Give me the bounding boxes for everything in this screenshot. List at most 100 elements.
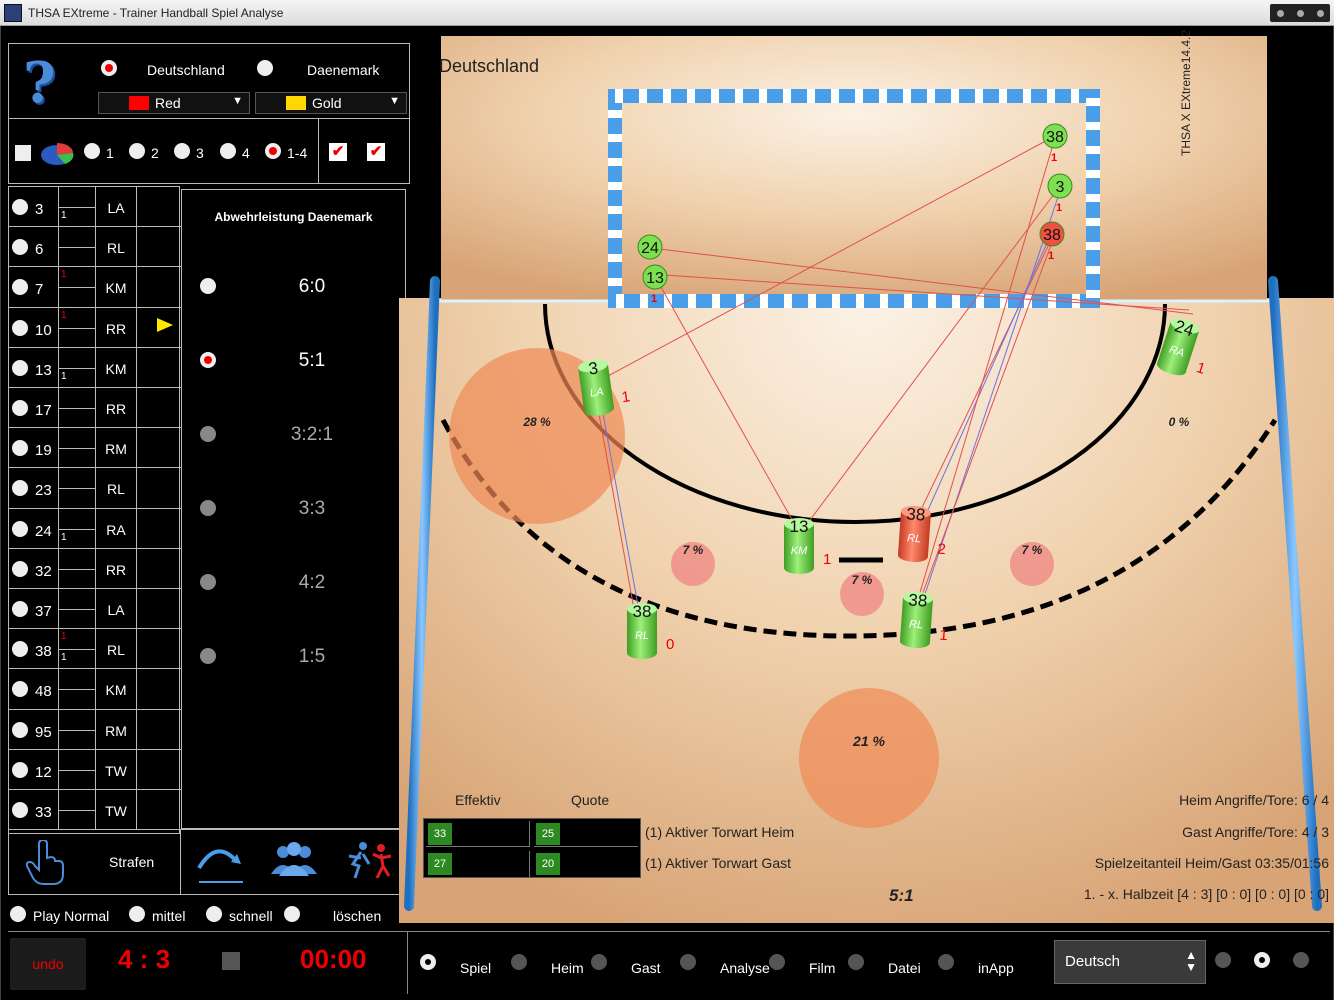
option-radio-1[interactable] bbox=[1215, 952, 1231, 968]
home-color-dropdown[interactable]: Red ▼ bbox=[98, 92, 250, 114]
help-icon[interactable]: ? bbox=[23, 50, 56, 116]
player-select-radio[interactable] bbox=[12, 359, 28, 376]
player-row[interactable]: 24 1 RA bbox=[9, 508, 181, 549]
player-select-radio[interactable] bbox=[12, 560, 28, 577]
select-all-checkbox[interactable] bbox=[15, 145, 31, 161]
player-select-radio[interactable] bbox=[12, 440, 28, 457]
player-row[interactable]: 12 TW bbox=[9, 749, 181, 790]
player-row[interactable]: 7 1 KM bbox=[9, 267, 181, 308]
half-4-radio[interactable] bbox=[220, 143, 236, 159]
player-row[interactable]: 6 RL bbox=[9, 227, 181, 268]
player-select-radio[interactable] bbox=[12, 400, 28, 416]
court-player-position: KM bbox=[791, 545, 808, 557]
player-select-radio[interactable] bbox=[12, 319, 28, 336]
language-select[interactable]: Deutsch ▲ ▼ bbox=[1054, 940, 1206, 984]
player-row[interactable]: 17 RR bbox=[9, 388, 181, 429]
defense-option-radio[interactable] bbox=[200, 500, 216, 516]
team-home-radio[interactable] bbox=[101, 60, 117, 76]
team-away-radio[interactable] bbox=[257, 60, 273, 76]
half-2-radio[interactable] bbox=[129, 143, 145, 159]
maximize-icon[interactable] bbox=[1296, 9, 1304, 17]
player-select-radio[interactable] bbox=[12, 520, 28, 537]
defense-option[interactable]: 3:2:1 bbox=[182, 420, 407, 450]
half-3-radio[interactable] bbox=[174, 143, 190, 159]
player-row[interactable]: 37 LA bbox=[9, 589, 181, 630]
player-row[interactable]: 3 1 LA bbox=[9, 187, 181, 228]
option-radio-3[interactable] bbox=[1293, 952, 1309, 968]
player-number: 33 bbox=[35, 804, 52, 821]
goal-shot-count: 1 bbox=[1048, 250, 1054, 262]
window-controls[interactable] bbox=[1270, 4, 1330, 22]
defense-option[interactable]: 3:3 bbox=[182, 494, 407, 524]
player-row[interactable]: 13 1 KM bbox=[9, 347, 181, 388]
nav-datei[interactable]: Datei bbox=[888, 960, 921, 976]
hand-pointer-icon[interactable] bbox=[25, 840, 67, 886]
filter-checkbox-1[interactable]: ✔ bbox=[329, 143, 347, 161]
stop-icon[interactable] bbox=[222, 952, 240, 970]
speed-fast-radio[interactable] bbox=[206, 906, 222, 922]
half-1-radio[interactable] bbox=[84, 143, 100, 159]
goal-shot-marker[interactable]: 24 bbox=[637, 234, 663, 260]
speed-medium-radio[interactable] bbox=[129, 906, 145, 922]
player-select-radio[interactable] bbox=[12, 721, 28, 738]
nav-analyse[interactable]: Analyse bbox=[720, 960, 770, 976]
player-row[interactable]: 19 RM bbox=[9, 428, 181, 469]
nav-radio-film[interactable] bbox=[769, 954, 785, 970]
nav-radio-gast[interactable] bbox=[591, 954, 607, 970]
close-icon[interactable] bbox=[1316, 9, 1324, 17]
court-back-area bbox=[441, 36, 1267, 300]
nav-radio-analyse[interactable] bbox=[680, 954, 696, 970]
defense-option[interactable]: 4:2 bbox=[182, 568, 407, 598]
player-row[interactable]: 33 TW bbox=[9, 790, 181, 831]
defense-option-radio[interactable] bbox=[200, 426, 216, 442]
team-group-icon[interactable] bbox=[269, 840, 319, 882]
curve-arrow-icon[interactable] bbox=[195, 838, 245, 884]
player-select-radio[interactable] bbox=[12, 239, 28, 256]
player-select-radio[interactable] bbox=[12, 681, 28, 698]
minimize-icon[interactable] bbox=[1276, 9, 1284, 17]
nav-heim[interactable]: Heim bbox=[551, 960, 584, 976]
home-keeper-label: (1) Aktiver Torwart Heim bbox=[645, 824, 795, 840]
penalties-button[interactable]: Strafen bbox=[109, 854, 154, 870]
filter-checkbox-2[interactable]: ✔ bbox=[367, 143, 385, 161]
option-radio-2[interactable] bbox=[1254, 952, 1270, 968]
nav-radio-spiel[interactable] bbox=[420, 954, 436, 970]
defense-option-radio[interactable] bbox=[200, 574, 216, 590]
player-row[interactable]: 95 RM bbox=[9, 709, 181, 750]
away-color-dropdown[interactable]: Gold ▼ bbox=[255, 92, 407, 114]
half-all-radio[interactable] bbox=[265, 143, 281, 159]
player-row[interactable]: 23 RL bbox=[9, 468, 181, 509]
player-select-radio[interactable] bbox=[12, 761, 28, 778]
speed-normal-radio[interactable] bbox=[10, 906, 26, 922]
player-select-radio[interactable] bbox=[12, 601, 28, 617]
app-icon bbox=[4, 4, 22, 22]
defense-option-radio[interactable] bbox=[200, 352, 216, 368]
pie-chart-icon[interactable] bbox=[39, 135, 77, 169]
player-select-radio[interactable] bbox=[12, 480, 28, 497]
nav-gast[interactable]: Gast bbox=[631, 960, 661, 976]
nav-radio-datei[interactable] bbox=[848, 954, 864, 970]
nav-radio-inapp[interactable] bbox=[938, 954, 954, 970]
defense-option-radio[interactable] bbox=[200, 648, 216, 664]
nav-inapp[interactable]: inApp bbox=[978, 960, 1014, 976]
nav-spiel[interactable]: Spiel bbox=[460, 960, 491, 976]
nav-film[interactable]: Film bbox=[809, 960, 835, 976]
player-row[interactable]: 32 RR bbox=[9, 548, 181, 589]
player-select-radio[interactable] bbox=[12, 641, 28, 658]
nav-radio-heim[interactable] bbox=[511, 954, 527, 970]
player-row[interactable]: 38 1 1 RL bbox=[9, 629, 181, 670]
clear-radio[interactable] bbox=[284, 906, 300, 922]
player-select-radio[interactable] bbox=[12, 279, 28, 296]
defense-option[interactable]: 6:0 bbox=[182, 272, 407, 302]
player-row[interactable]: 10 1 RR bbox=[9, 307, 181, 348]
undo-button[interactable]: undo bbox=[10, 938, 86, 990]
defense-option-radio[interactable] bbox=[200, 278, 216, 294]
player-select-radio[interactable] bbox=[12, 802, 28, 818]
defense-option[interactable]: 1:5 bbox=[182, 642, 407, 672]
quote-label: Quote bbox=[571, 792, 610, 808]
player-row[interactable]: 48 KM bbox=[9, 669, 181, 710]
player-select-radio[interactable] bbox=[12, 199, 28, 215]
handball-court[interactable]: 28 % 0 % 7 % 7 % 7 % 21 % 38 13 1 38 1 24 13 1 3 LA 1 2… bbox=[399, 36, 1334, 923]
defense-option[interactable]: 5:1 bbox=[182, 346, 407, 376]
player-duel-icon[interactable] bbox=[345, 840, 395, 882]
